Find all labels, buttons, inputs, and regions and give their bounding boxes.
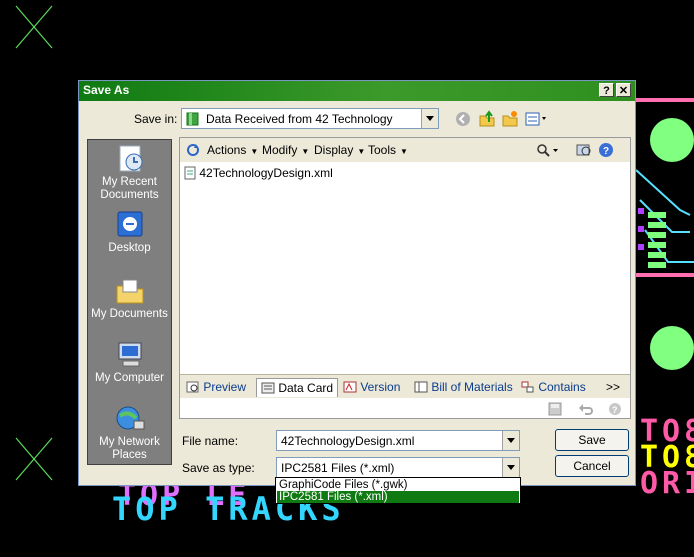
back-icon[interactable] [455,111,471,127]
place-label: My Computer [94,372,165,384]
tabs-overflow-button[interactable]: >> [606,378,620,396]
file-panel: Actions ▼ Modify ▼ Display ▼ Tools ▼ ? 42Tec… [179,137,631,419]
my-computer-icon [114,340,146,370]
places-bar: My Recent Documents Desktop My Documents… [87,139,172,465]
tab-bill-of-materials[interactable]: Bill of Materials [414,378,513,396]
new-folder-icon[interactable] [501,110,519,127]
place-network-places[interactable]: My Network Places [88,404,171,462]
contains-icon [521,381,534,393]
my-documents-icon [114,276,146,306]
xml-file-icon [184,166,196,180]
save-in-dropdown-arrow[interactable] [421,109,438,128]
help-disabled-icon[interactable]: ? [608,402,622,416]
place-recent-documents[interactable]: My Recent Documents [88,144,171,202]
refresh-icon[interactable] [186,143,200,157]
data-card-icon [261,382,275,394]
cancel-button[interactable]: Cancel [555,455,629,477]
file-name-dropdown-arrow[interactable] [502,431,519,450]
save-as-dialog: Save As ? ✕ Save in: Data Received from … [78,80,636,486]
file-name-value: 42TechnologyDesign.xml [281,434,415,448]
tab-data-card[interactable]: Data Card [256,378,339,397]
option-graphicode[interactable]: GraphiCode Files (*.gwk) [277,479,519,491]
folder-icon [186,112,199,126]
save-as-type-label: Save as type: [182,461,255,475]
help-button[interactable]: ? [599,83,614,97]
undo-icon[interactable] [578,402,594,416]
save-as-type-select[interactable]: IPC2581 Files (*.xml) [276,457,520,478]
save-disk-icon[interactable] [548,402,562,416]
place-label: My Documents [91,308,168,320]
cad-text-right-3: ORI [640,466,694,501]
place-my-computer[interactable]: My Computer [88,340,171,385]
file-list-item[interactable]: 42TechnologyDesign.xml [184,166,333,180]
up-folder-icon[interactable] [478,110,496,127]
save-in-value: Data Received from 42 Technology [206,112,393,126]
close-button[interactable]: ✕ [616,83,631,97]
save-in-label: Save in: [134,112,178,126]
property-tabs: Preview Data Card Version Bill of Materi… [180,374,630,399]
option-ipc2581[interactable]: IPC2581 Files (*.xml) [277,491,519,503]
save-in-combo[interactable]: Data Received from 42 Technology [181,108,439,129]
modify-menu[interactable]: Modify ▼ [262,143,309,157]
network-places-icon [114,404,146,434]
place-label: Desktop [108,242,151,254]
cad-pad-top [650,118,694,162]
bill-of-materials-icon [414,381,428,393]
help-icon[interactable]: ? [598,142,614,158]
version-icon [343,381,357,393]
tab-contains[interactable]: Contains [521,378,586,396]
file-name-field[interactable]: 42TechnologyDesign.xml [276,430,520,451]
tab-content: ? [180,398,630,418]
file-name-label: File name: [182,434,239,448]
tools-menu[interactable]: Tools ▼ [368,143,408,157]
file-name: 42TechnologyDesign.xml [199,166,333,180]
place-my-documents[interactable]: My Documents [88,276,171,321]
place-label: My Network Places [99,436,160,461]
network-search-icon[interactable] [576,142,592,158]
save-as-type-dropdown-arrow[interactable] [502,458,519,477]
svg-text:?: ? [612,405,618,415]
actions-menu[interactable]: Actions ▼ [207,143,258,157]
save-button[interactable]: Save [555,429,629,451]
recent-documents-icon [114,144,146,174]
place-label: My Recent Documents [100,176,159,201]
preview-icon [186,381,199,393]
tab-version[interactable]: Version [343,378,400,396]
display-menu[interactable]: Display ▼ [314,143,365,157]
panel-toolbar: Actions ▼ Modify ▼ Display ▼ Tools ▼ ? [180,138,630,162]
search-icon[interactable] [536,143,560,157]
title-bar[interactable]: Save As ? ✕ [79,81,635,101]
desktop-icon [114,210,146,240]
tab-preview[interactable]: Preview [186,378,246,396]
views-menu-icon[interactable] [525,112,551,126]
svg-text:?: ? [603,146,609,157]
dialog-title: Save As [83,83,130,97]
cad-pad-bottom [650,326,694,370]
place-desktop[interactable]: Desktop [88,210,171,255]
save-as-type-value: IPC2581 Files (*.xml) [281,461,395,475]
save-as-type-options: GraphiCode Files (*.gwk) IPC2581 Files (… [275,477,521,504]
